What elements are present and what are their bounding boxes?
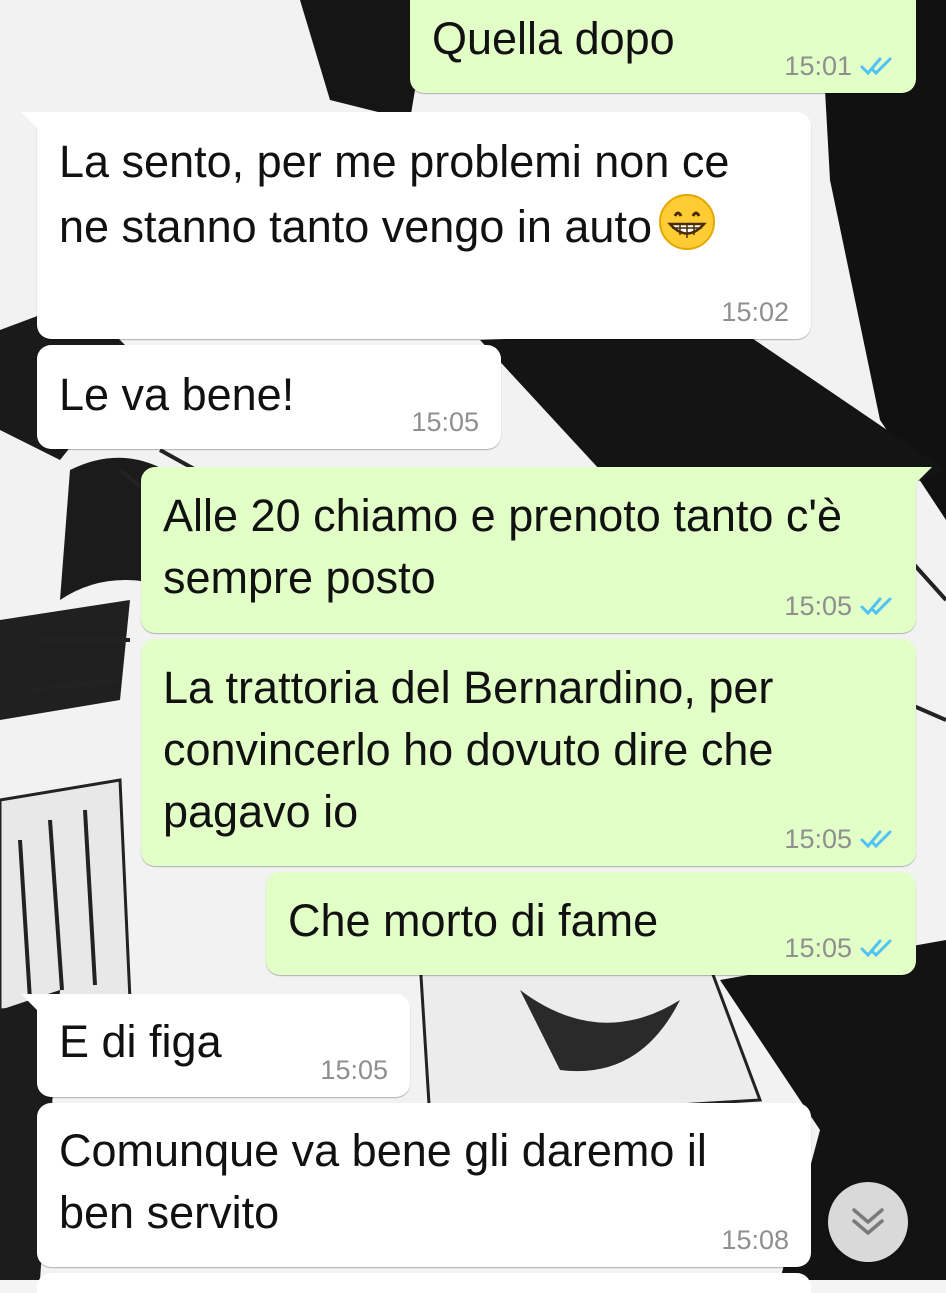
message-time: 15:08 [721,1225,789,1255]
double-check-icon [860,56,894,76]
double-check-icon [860,596,894,616]
grinning-face-icon [658,194,715,250]
message-time: 15:05 [784,933,852,963]
message-text: Comunque va bene gli daremo il ben servi… [59,1125,707,1238]
message-meta: 15:05 [784,591,894,621]
message-bubble-outgoing[interactable]: Che morto di fame 15:05 [266,872,916,975]
message-bubble-incoming[interactable]: La sento, per me problemi non ce ne stan… [21,112,811,339]
message-text: La trattoria del Bernardino, per convinc… [163,662,774,837]
message-meta: 15:05 [411,407,479,437]
double-check-icon [860,938,894,958]
bubble-tail [21,112,43,134]
message-time: 15:01 [784,51,852,81]
message-meta: 15:05 [320,1055,388,1085]
message-bubble-incoming[interactable]: Comunque va bene gli daremo il ben servi… [37,1103,811,1267]
bubble-tail [910,467,932,489]
message-bubble-outgoing[interactable]: Alle 20 chiamo e prenoto tanto c'è sempr… [141,467,932,633]
message-meta: 15:01 [784,51,894,81]
message-bubble-partial [37,1273,811,1293]
double-check-icon [860,829,894,849]
message-time: 15:05 [320,1055,388,1085]
message-time: 15:05 [784,591,852,621]
message-bubble-outgoing[interactable]: Quella dopo 15:01 [410,0,916,93]
message-time: 15:02 [721,297,789,327]
message-meta: 15:05 [784,933,894,963]
message-time: 15:05 [784,824,852,854]
bubble-tail [21,994,43,1016]
scroll-to-bottom-button[interactable] [828,1182,908,1262]
message-bubble-outgoing[interactable]: La trattoria del Bernardino, per convinc… [141,639,916,866]
chevron-down-double-icon [852,1208,884,1235]
message-bubble-incoming[interactable]: Le va bene! 15:05 [37,345,501,449]
message-text: La sento, per me problemi non ce ne stan… [59,136,730,252]
message-meta: 15:08 [721,1225,789,1255]
message-meta: 15:05 [784,824,894,854]
message-bubble-incoming[interactable]: E di figa 15:05 [21,994,410,1097]
message-time: 15:05 [411,407,479,437]
message-meta: 15:02 [721,297,789,327]
